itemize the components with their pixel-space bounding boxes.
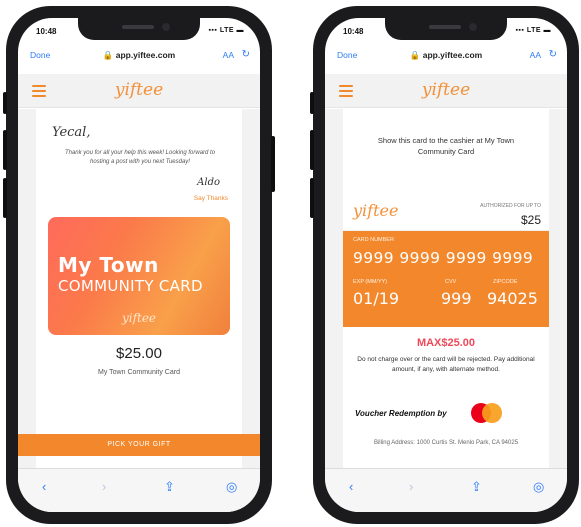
zip-label: ZIPCODE (493, 279, 518, 285)
max-amount: MAX$25.00 (416, 337, 476, 349)
gift-card-image: My Town COMMUNITY CARD yiftee (48, 217, 230, 335)
forward-icon[interactable]: › (409, 479, 413, 494)
compass-icon[interactable]: ◎ (533, 479, 544, 495)
zip-value: 94025 (487, 289, 538, 308)
authorized-value: $25 (520, 213, 541, 227)
gift-card-name: My Town Community Card (98, 369, 180, 376)
status-time: 10:48 (343, 27, 364, 36)
cashier-instructions: Show this card to the cashier at My Town… (377, 136, 515, 156)
app-header: yiftee (18, 74, 260, 108)
volume-down-button (3, 178, 7, 218)
gift-card-logo: yiftee (121, 311, 157, 325)
mute-switch (3, 92, 7, 114)
virtual-card: yiftee AUTHORIZED FOR UP TO $25 CARD NUM… (343, 195, 549, 327)
gift-amount: $25.00 (116, 345, 162, 362)
mute-switch (310, 92, 314, 114)
voucher-redemption-label: Voucher Redemption by (355, 409, 447, 418)
phone-right: 10:48 ▪▪▪ LTE ▬ Done 🔒 app.yiftee.com AA… (310, 6, 579, 524)
note-greeting: Yecal, (52, 125, 91, 140)
browser-bar: Done 🔒 app.yiftee.com AA ↻ (325, 46, 567, 66)
screen-right: 10:48 ▪▪▪ LTE ▬ Done 🔒 app.yiftee.com AA… (325, 18, 567, 512)
authorized-label: AUTHORIZED FOR UP TO (480, 203, 541, 209)
signal-battery-icon: ▪▪▪ LTE ▬ (208, 27, 244, 34)
card-logo: yiftee (353, 201, 399, 220)
redemption-content: Show this card to the cashier at My Town… (343, 109, 549, 468)
share-icon[interactable]: ⇪ (164, 479, 175, 495)
note-message: Thank you for all your help this week! L… (64, 150, 216, 165)
say-thanks-link[interactable]: Say Thanks (194, 195, 228, 202)
screen-left: 10:48 ▪▪▪ LTE ▬ Done 🔒 app.yiftee.com AA… (18, 18, 260, 512)
notch (385, 18, 507, 40)
back-icon[interactable]: ‹ (42, 479, 46, 494)
cvv-value: 999 (441, 289, 472, 308)
yiftee-logo: yiftee (114, 80, 164, 100)
app-header: yiftee (325, 74, 567, 108)
gift-card-title: My Town (58, 253, 159, 277)
cvv-label: CVV (445, 279, 457, 285)
browser-toolbar: ‹ › ⇪ ◎ (325, 468, 567, 512)
browser-toolbar: ‹ › ⇪ ◎ (18, 468, 260, 512)
signal-battery-icon: ▪▪▪ LTE ▬ (515, 27, 551, 34)
back-icon[interactable]: ‹ (349, 479, 353, 494)
mastercard-logo-icon (471, 403, 502, 423)
phone-left: 10:48 ▪▪▪ LTE ▬ Done 🔒 app.yiftee.com AA… (3, 6, 275, 524)
volume-down-button (310, 178, 314, 218)
card-header: yiftee AUTHORIZED FOR UP TO $25 (343, 195, 549, 231)
reload-icon[interactable]: ↻ (242, 49, 250, 60)
exp-value: 01/19 (353, 289, 400, 308)
reload-icon[interactable]: ↻ (549, 49, 557, 60)
screenshot-stage: 10:48 ▪▪▪ LTE ▬ Done 🔒 app.yiftee.com AA… (0, 0, 581, 527)
yiftee-logo: yiftee (421, 80, 471, 100)
volume-up-button (310, 130, 314, 170)
card-number: 9999 9999 9999 9999 (353, 249, 534, 267)
charge-warning: Do not charge over or the card will be r… (357, 356, 535, 373)
volume-up-button (3, 130, 7, 170)
text-size-button[interactable]: AA (223, 50, 234, 60)
card-details-panel: CARD NUMBER 9999 9999 9999 9999 EXP (MM/… (343, 231, 549, 327)
compass-icon[interactable]: ◎ (226, 479, 237, 495)
text-size-button[interactable]: AA (530, 50, 541, 60)
note-signature: Aldo (197, 177, 220, 188)
browser-bar: Done 🔒 app.yiftee.com AA ↻ (18, 46, 260, 66)
exp-label: EXP (MM/YY) (353, 279, 388, 285)
forward-icon[interactable]: › (102, 479, 106, 494)
share-icon[interactable]: ⇪ (471, 479, 482, 495)
power-button (271, 136, 275, 192)
card-number-label: CARD NUMBER (353, 237, 394, 243)
gift-content: Yecal, Thank you for all your help this … (36, 109, 242, 468)
notch (78, 18, 200, 40)
status-time: 10:48 (36, 27, 57, 36)
billing-address: Billing Address: 1000 Curtis St. Menlo P… (373, 440, 519, 446)
gift-card-subtitle: COMMUNITY CARD (58, 277, 203, 295)
pick-your-gift-button[interactable]: PICK YOUR GIFT (18, 434, 260, 456)
